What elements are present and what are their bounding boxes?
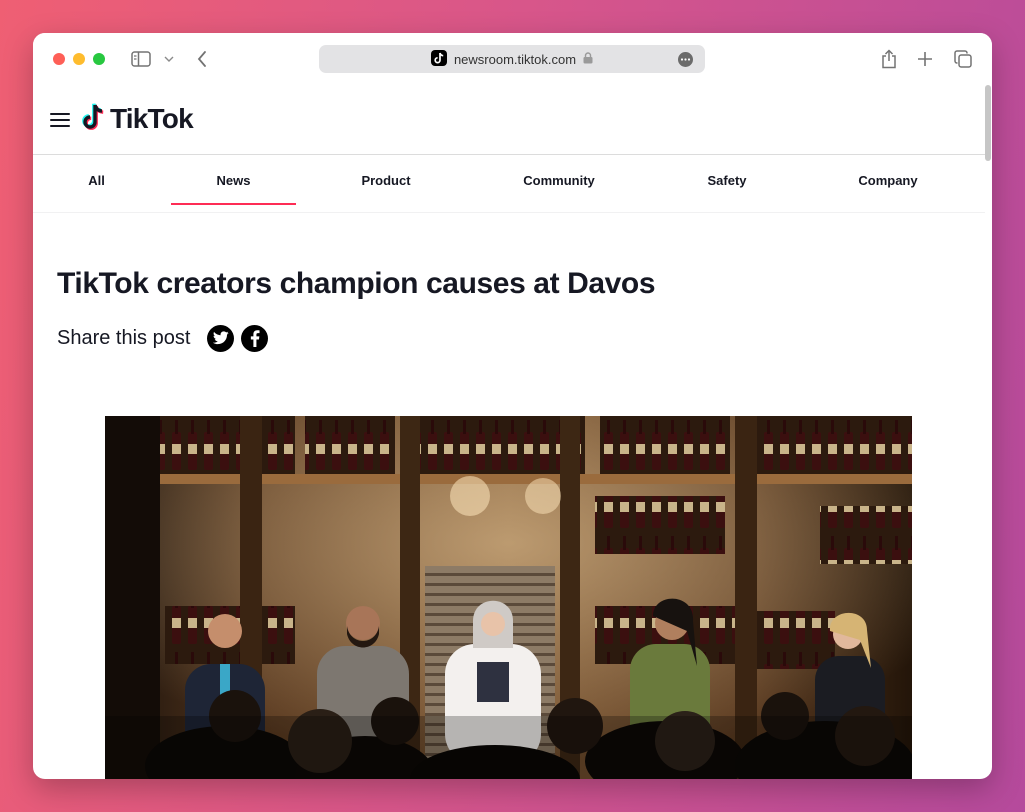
ellipsis-icon[interactable] [678, 52, 693, 70]
page-scrollbar[interactable] [985, 85, 992, 779]
zoom-window-button[interactable] [93, 53, 105, 65]
address-bar[interactable]: newsroom.tiktok.com [319, 45, 705, 73]
tab-all[interactable]: All [33, 155, 160, 205]
article-title: TikTok creators champion causes at Davos [57, 267, 656, 300]
lock-icon [583, 51, 593, 67]
menu-icon[interactable] [50, 112, 70, 128]
site-favicon-icon [430, 49, 447, 69]
tiktok-note-icon [80, 102, 106, 137]
tiktok-logo[interactable]: TikTok [80, 102, 194, 137]
minimize-window-button[interactable] [73, 53, 85, 65]
browser-window: newsroom.tiktok.com TikTok All News Prod… [33, 33, 992, 779]
chevron-left-icon[interactable] [193, 47, 211, 71]
tab-community[interactable]: Community [479, 155, 639, 205]
category-nav: All News Product Community Safety Compan… [33, 155, 985, 213]
share-icon[interactable] [880, 47, 898, 71]
scrollbar-thumb[interactable] [985, 85, 991, 161]
article-hero-image [105, 416, 912, 779]
active-tab-indicator [171, 203, 296, 205]
site-header: TikTok [33, 85, 985, 155]
chevron-down-icon[interactable] [162, 47, 176, 71]
share-bar: Share this post [57, 323, 275, 353]
sidebar-icon[interactable] [129, 47, 153, 71]
share-label: Share this post [57, 326, 191, 349]
tab-overview-icon[interactable] [953, 47, 973, 71]
page-content: TikTok All News Product Community Safety… [33, 85, 985, 779]
twitter-icon[interactable] [207, 324, 235, 352]
address-url: newsroom.tiktok.com [453, 51, 577, 67]
browser-toolbar: newsroom.tiktok.com [33, 33, 992, 85]
tab-company[interactable]: Company [813, 155, 963, 205]
tab-product[interactable]: Product [311, 155, 461, 205]
tab-safety[interactable]: Safety [653, 155, 801, 205]
facebook-icon[interactable] [241, 324, 269, 352]
brand-wordmark: TikTok [110, 103, 194, 134]
plus-icon[interactable] [916, 47, 934, 71]
close-window-button[interactable] [53, 53, 65, 65]
tab-news[interactable]: News [171, 155, 296, 205]
